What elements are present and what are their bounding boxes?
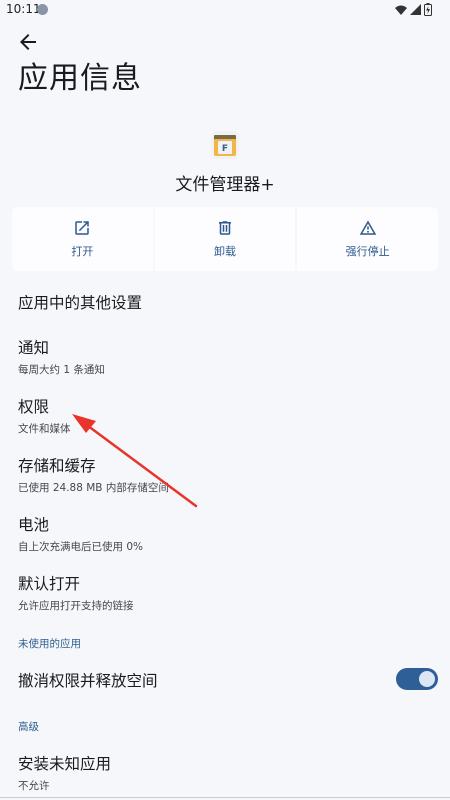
notification-icon	[37, 4, 48, 15]
notifications-subtitle: 每周大约 1 条通知	[18, 364, 105, 376]
revoke-permissions-title: 撤消权限并释放空间	[18, 672, 158, 690]
permissions-item[interactable]: 权限 文件和媒体	[18, 395, 438, 436]
battery-title: 电池	[18, 516, 50, 534]
bottom-divider	[0, 797, 450, 798]
status-time: 10:11	[6, 2, 41, 16]
install-unknown-subtitle: 不允许	[18, 780, 50, 792]
revoke-permissions-toggle[interactable]	[396, 668, 438, 690]
back-arrow-icon[interactable]	[16, 30, 40, 54]
status-icons	[395, 3, 432, 16]
default-open-subtitle: 允许应用打开支持的链接	[18, 600, 134, 612]
battery-icon	[424, 3, 432, 16]
open-label: 打开	[71, 245, 94, 258]
signal-icon	[410, 3, 421, 15]
uninstall-button[interactable]: 卸载	[154, 207, 296, 271]
permissions-subtitle: 文件和媒体	[18, 423, 71, 435]
battery-item[interactable]: 电池 自上次充满电后已使用 0%	[18, 513, 438, 554]
install-unknown-apps-item[interactable]: 安装未知应用 不允许	[18, 752, 438, 793]
force-stop-button[interactable]: 强行停止	[297, 207, 439, 271]
revoke-permissions-item[interactable]: 撤消权限并释放空间	[18, 669, 388, 691]
unused-apps-section-label: 未使用的应用	[18, 638, 81, 650]
other-settings-title: 应用中的其他设置	[18, 294, 143, 312]
file-manager-app-icon: F	[211, 131, 239, 159]
page-title: 应用信息	[18, 61, 142, 96]
install-unknown-title: 安装未知应用	[18, 755, 112, 773]
default-open-item[interactable]: 默认打开 允许应用打开支持的链接	[18, 572, 438, 613]
storage-item[interactable]: 存储和缓存 已使用 24.88 MB 内部存储空间	[18, 454, 438, 495]
notifications-item[interactable]: 通知 每周大约 1 条通知	[18, 336, 438, 377]
open-external-icon	[75, 221, 90, 235]
battery-subtitle: 自上次充满电后已使用 0%	[18, 541, 143, 553]
advanced-section-label: 高级	[18, 721, 39, 733]
trash-icon	[219, 221, 231, 235]
wifi-icon	[395, 5, 407, 15]
storage-title: 存储和缓存	[18, 457, 96, 475]
toggle-knob	[419, 671, 435, 687]
storage-subtitle: 已使用 24.88 MB 内部存储空间	[18, 482, 169, 494]
warning-icon	[359, 220, 376, 235]
uninstall-label: 卸载	[214, 245, 236, 258]
default-open-title: 默认打开	[18, 575, 81, 593]
notifications-title: 通知	[18, 339, 50, 357]
permissions-title: 权限	[18, 398, 50, 416]
app-actions-bar: 打开 卸载 强行停止	[12, 207, 439, 271]
open-button[interactable]: 打开	[12, 207, 153, 271]
force-stop-label: 强行停止	[345, 245, 390, 258]
other-settings-item[interactable]: 应用中的其他设置	[18, 291, 438, 313]
svg-text:F: F	[222, 144, 228, 154]
app-name: 文件管理器+	[175, 175, 275, 195]
status-bar: 10:11	[0, 0, 450, 20]
